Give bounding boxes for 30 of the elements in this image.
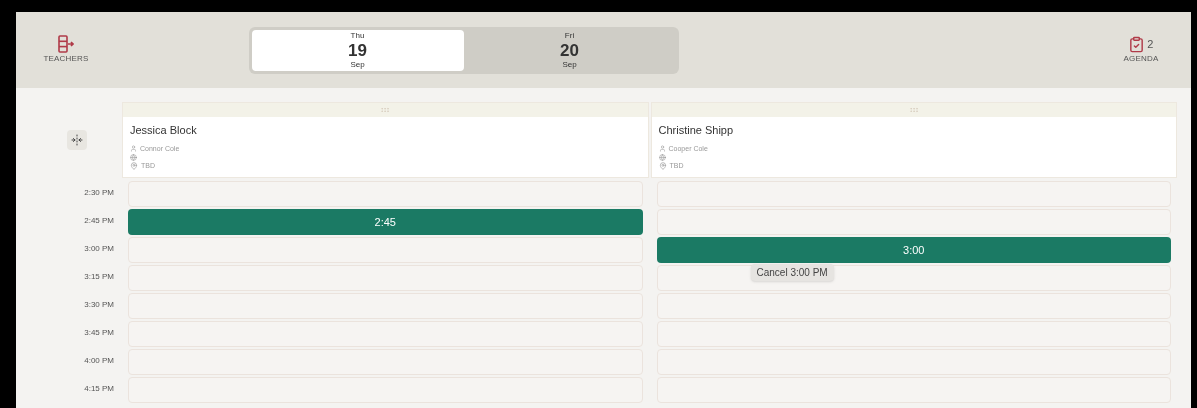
drag-handle-icon[interactable] xyxy=(908,105,919,115)
time-label: 3:30 PM xyxy=(84,300,114,309)
teacher-name: Christine Shipp xyxy=(658,123,735,138)
teacher-name: Jessica Block xyxy=(130,123,198,138)
time-label: 3:00 PM xyxy=(84,244,114,253)
drag-handle-icon[interactable] xyxy=(380,105,391,115)
person-icon xyxy=(130,145,137,153)
time-label: 2:30 PM xyxy=(84,188,114,197)
agenda-button[interactable]: 2 AGENDA xyxy=(1111,35,1171,65)
teachers-button[interactable]: TEACHERS xyxy=(36,35,96,65)
globe-icon xyxy=(658,154,666,161)
location-icon xyxy=(130,162,138,171)
location-icon xyxy=(658,162,667,171)
agenda-count: 2 xyxy=(1147,36,1154,52)
time-label: 2:45 PM xyxy=(84,216,114,225)
time-label: 3:45 PM xyxy=(84,328,114,337)
collapse-button[interactable] xyxy=(67,130,87,150)
clipboard-check-icon xyxy=(1128,35,1146,53)
time-label: 4:15 PM xyxy=(84,384,114,393)
day-tab[interactable]: Fri 20 Sep xyxy=(463,29,676,71)
collapse-icon xyxy=(71,134,83,146)
time-label: 4:00 PM xyxy=(84,356,114,365)
time-label: 3:15 PM xyxy=(84,272,114,281)
booked-slot[interactable]: 2:45 xyxy=(128,209,643,236)
globe-icon xyxy=(130,154,137,161)
person-icon xyxy=(658,145,666,153)
teachers-icon xyxy=(58,35,74,53)
tooltip: Cancel 3:00 PM xyxy=(750,264,834,281)
day-tab[interactable]: Thu 19 Sep xyxy=(251,29,464,71)
booked-slot[interactable]: 3:00 xyxy=(656,237,1171,264)
